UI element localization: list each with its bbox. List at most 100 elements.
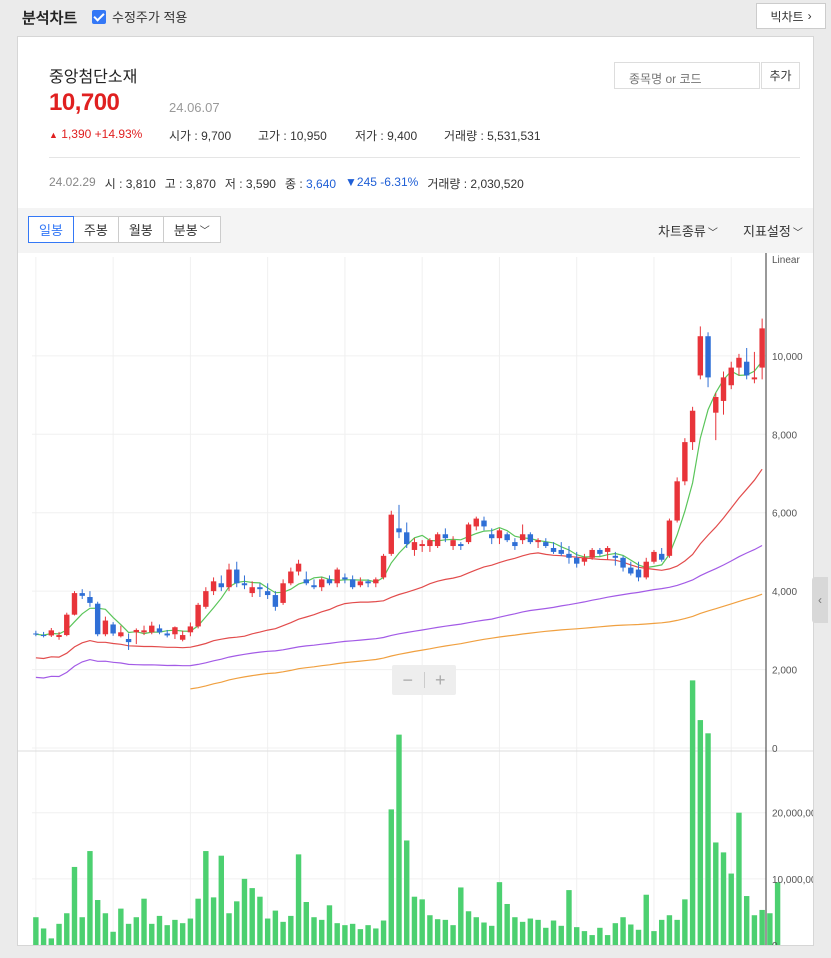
tab-weekly[interactable]: 주봉 bbox=[72, 216, 119, 243]
add-compare-button[interactable]: 추가 bbox=[761, 62, 800, 89]
candle bbox=[504, 534, 510, 541]
volume-bar bbox=[195, 898, 201, 945]
current-price: 10,700 bbox=[49, 89, 120, 116]
tab-daily[interactable]: 일봉 bbox=[28, 216, 74, 243]
zoom-control: − + bbox=[392, 665, 456, 695]
compare-open: 시 : 3,810 bbox=[104, 177, 156, 191]
volume-bar bbox=[519, 921, 526, 945]
volume-bar bbox=[612, 923, 619, 945]
volume-axis-tick-label: 20,000,000 bbox=[772, 809, 813, 820]
volume-bar bbox=[751, 915, 758, 945]
high-price: 고가 : 10,950 bbox=[258, 129, 327, 143]
volume-bar bbox=[326, 905, 333, 945]
volume-bar bbox=[349, 923, 356, 945]
candle bbox=[388, 514, 394, 554]
candle bbox=[550, 547, 557, 552]
candle bbox=[558, 549, 564, 554]
tab-minute[interactable]: 분봉 ﹀ bbox=[162, 216, 221, 243]
candle bbox=[156, 628, 163, 633]
candle bbox=[149, 625, 155, 633]
volume-bar bbox=[481, 922, 487, 945]
volume-bar bbox=[334, 923, 340, 945]
volume-bar bbox=[342, 925, 348, 945]
stock-search-input[interactable] bbox=[614, 62, 760, 89]
volume-bar bbox=[218, 855, 224, 945]
chart-type-label: 차트종류 bbox=[658, 224, 706, 239]
volume-bar bbox=[249, 888, 255, 945]
volume-bar bbox=[535, 919, 541, 945]
chart-type-menu[interactable]: 차트종류 ﹀ bbox=[658, 221, 718, 240]
candle bbox=[581, 557, 588, 562]
volume-bar bbox=[79, 917, 85, 945]
volume-bar bbox=[133, 917, 140, 945]
volume-bar bbox=[489, 925, 495, 945]
adjusted-price-toggle[interactable]: 수정주가 적용 bbox=[92, 7, 187, 26]
candle bbox=[404, 532, 410, 545]
price-axis-tick-label: 4,000 bbox=[772, 587, 797, 598]
volume-bar bbox=[172, 919, 178, 945]
stock-chart[interactable]: Linear 0 2,000 4,000 6,000 8,000 10,000 0 10,000… bbox=[18, 253, 813, 945]
tab-monthly[interactable]: 월봉 bbox=[117, 216, 164, 243]
top-bar: 분석차트 수정주가 적용 빅차트 › bbox=[0, 0, 831, 32]
candle bbox=[759, 328, 765, 368]
volume-bar bbox=[666, 915, 673, 945]
compare-close-label: 종 : bbox=[284, 177, 303, 191]
compare-close: 종 : 3,640 bbox=[285, 175, 336, 192]
side-panel-toggle[interactable]: ‹ bbox=[812, 577, 828, 623]
candle bbox=[311, 585, 317, 588]
candle bbox=[465, 524, 472, 543]
indicator-settings-menu[interactable]: 지표설정 ﹀ bbox=[743, 221, 803, 240]
low-price: 저가 : 9,400 bbox=[355, 129, 418, 143]
volume-bar bbox=[203, 851, 209, 945]
candle bbox=[589, 549, 595, 558]
stock-name: 중앙첨단소재 bbox=[49, 69, 138, 86]
candle bbox=[450, 540, 456, 547]
candle bbox=[604, 547, 611, 552]
candle bbox=[257, 587, 263, 590]
volume-bar bbox=[156, 915, 163, 945]
adjusted-price-checkbox[interactable] bbox=[92, 9, 106, 24]
candle bbox=[79, 593, 85, 596]
volume: 거래량 : 5,531,531 bbox=[444, 129, 541, 143]
volume-bar bbox=[149, 923, 155, 945]
chevron-right-icon: › bbox=[807, 9, 812, 23]
candle bbox=[597, 549, 603, 554]
zoom-in-button[interactable]: + bbox=[425, 670, 457, 691]
volume-bar bbox=[442, 919, 449, 945]
big-chart-label: 빅차트 bbox=[770, 9, 804, 24]
compare-row: 24.02.29 시 : 3,810 고 : 3,870 저 : 3,590 종… bbox=[49, 175, 524, 192]
volume-bar bbox=[118, 908, 124, 945]
candle bbox=[218, 583, 224, 588]
candle bbox=[720, 377, 727, 401]
candle bbox=[164, 633, 170, 636]
volume-bar bbox=[434, 919, 441, 945]
price-axis-tick-label: 10,000 bbox=[772, 352, 803, 363]
compare-change: ▼245 -6.31% bbox=[345, 175, 419, 189]
volume-bar bbox=[743, 896, 750, 945]
big-chart-button[interactable]: 빅차트 › bbox=[756, 3, 826, 29]
candle bbox=[141, 630, 147, 633]
candle bbox=[40, 635, 47, 637]
volume-bar bbox=[558, 925, 564, 945]
candle bbox=[519, 534, 526, 541]
volume-bar bbox=[427, 915, 433, 945]
candle bbox=[133, 629, 140, 633]
candle bbox=[628, 567, 634, 574]
zoom-out-button[interactable]: − bbox=[392, 670, 424, 691]
candle bbox=[288, 571, 294, 584]
volume-bar bbox=[527, 918, 534, 945]
candle bbox=[210, 581, 217, 592]
price-axis-tick-label: 8,000 bbox=[772, 430, 797, 441]
candle bbox=[651, 551, 657, 562]
volume-bar bbox=[419, 899, 425, 945]
candle bbox=[241, 583, 248, 586]
candle bbox=[635, 569, 642, 578]
candle bbox=[419, 544, 425, 547]
candle bbox=[203, 591, 209, 607]
candle bbox=[736, 357, 742, 368]
compare-high: 고 : 3,870 bbox=[164, 177, 216, 191]
candle bbox=[349, 579, 356, 588]
volume-bar bbox=[597, 927, 603, 945]
volume-bar bbox=[64, 913, 70, 945]
candle bbox=[481, 520, 487, 527]
